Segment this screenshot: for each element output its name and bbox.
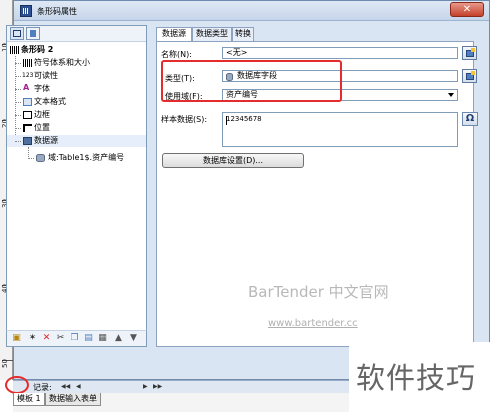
- tree-guide: [28, 158, 34, 159]
- text-cursor: [226, 116, 227, 125]
- cut-icon[interactable]: ✂: [55, 333, 66, 344]
- border-icon: [23, 111, 32, 119]
- expand-icon: [13, 30, 21, 37]
- url-watermark: www.bartender.cc: [268, 318, 358, 329]
- type-options-button[interactable]: [462, 69, 477, 83]
- tree-item-label: 边框: [34, 110, 50, 119]
- font-icon: A: [23, 83, 30, 92]
- edit-properties-icon: [466, 71, 475, 80]
- barcode-icon: [23, 59, 32, 67]
- tree-guide: [15, 102, 21, 103]
- tree-bottom-toolbar: ▣ ✶ ✕ ✂ ❐ ▤ ▦ ▲ ▼: [6, 330, 147, 347]
- close-icon: ✕: [462, 4, 472, 15]
- pages-icon: [30, 30, 36, 37]
- expand-view-button[interactable]: [10, 27, 24, 40]
- tree-guide: [15, 128, 21, 129]
- prev-record-button[interactable]: ◀: [76, 383, 81, 390]
- readable-123-icon: 123: [22, 72, 34, 79]
- name-options-button[interactable]: [462, 46, 477, 60]
- tree-toolbar: [7, 26, 146, 42]
- text-format-icon: [23, 98, 32, 106]
- database-settings-button[interactable]: 数据库设置(D)...: [162, 153, 304, 168]
- tree-item-label: 可读性: [34, 71, 58, 80]
- property-tree-panel: 条形码 2 符号体系和大小 123 可读性 A 字体 文本格式 边框 位置 数据…: [6, 25, 147, 347]
- sample-data-input[interactable]: 12345678: [222, 112, 458, 147]
- tab-template-1[interactable]: 模板 1: [13, 393, 45, 406]
- tree-guide: [15, 141, 21, 142]
- special-char-button[interactable]: Ω: [462, 112, 478, 126]
- tree-guide: [15, 115, 21, 116]
- brand-watermark: BarTender 中文官网: [248, 283, 389, 301]
- tab-datatype[interactable]: 数据类型: [192, 27, 232, 41]
- sample-data-label: 样本数据(S):: [161, 115, 208, 124]
- first-record-button[interactable]: ◀◀: [61, 383, 70, 390]
- move-up-icon[interactable]: ▲: [113, 333, 124, 344]
- tree-root-label: 条形码 2: [21, 45, 54, 54]
- tree-item-label: 字体: [34, 84, 50, 93]
- tree-guide: [15, 89, 21, 90]
- copy-view-button[interactable]: [26, 27, 40, 40]
- new-source-icon[interactable]: ▣: [11, 333, 22, 344]
- tab-transform[interactable]: 转换: [232, 27, 254, 41]
- name-field[interactable]: <无>: [222, 47, 458, 59]
- paste-icon[interactable]: ▤: [83, 333, 94, 344]
- overlay-watermark-text: 软件技巧: [356, 361, 477, 395]
- highlight-circle: [5, 376, 29, 394]
- tree-item-label: 位置: [34, 123, 50, 132]
- barcode-app-icon: [20, 5, 32, 17]
- tree-item-label: 文本格式: [34, 97, 66, 106]
- print-icon[interactable]: ▦: [97, 333, 108, 344]
- tree-guide: [15, 76, 21, 77]
- tab-datasource[interactable]: 数据源: [156, 27, 192, 42]
- datasource-icon: [23, 137, 32, 145]
- tree-item-label: 数据源: [34, 136, 58, 145]
- tab-label: 数据源: [162, 29, 186, 38]
- database-icon: [36, 154, 45, 162]
- delete-icon[interactable]: ✕: [41, 333, 52, 344]
- tree-item-label: 域:Table1$.资产编号: [48, 153, 125, 162]
- tree-item-datasource[interactable]: 数据源: [7, 135, 146, 147]
- tree-item-label: 符号体系和大小: [34, 58, 90, 67]
- highlight-rectangle: [161, 60, 342, 102]
- dialog-title: 条形码属性: [37, 7, 77, 16]
- move-down-icon[interactable]: ▼: [128, 333, 139, 344]
- sample-data-value: 12345678: [226, 115, 262, 123]
- tree-guide: [15, 63, 21, 64]
- next-record-button[interactable]: ▶: [143, 383, 148, 390]
- position-icon: [23, 124, 32, 132]
- record-label: 记录:: [33, 383, 52, 392]
- barcode-icon: [10, 46, 19, 54]
- name-label: 名称(N):: [161, 50, 192, 59]
- title-bar[interactable]: 条形码属性 ✕: [14, 1, 489, 21]
- wizard-icon[interactable]: ✶: [27, 333, 38, 344]
- edit-properties-icon: [466, 48, 475, 57]
- last-record-button[interactable]: ▶▶: [153, 383, 162, 390]
- ruler-label: 50: [1, 359, 9, 368]
- copy-icon[interactable]: ❐: [69, 333, 80, 344]
- tab-label: 转换: [235, 29, 251, 38]
- tab-label: 数据类型: [196, 29, 228, 38]
- close-button[interactable]: ✕: [450, 2, 484, 17]
- tab-data-entry-form[interactable]: 数据输入表单: [45, 393, 101, 406]
- chevron-down-icon: [448, 93, 454, 97]
